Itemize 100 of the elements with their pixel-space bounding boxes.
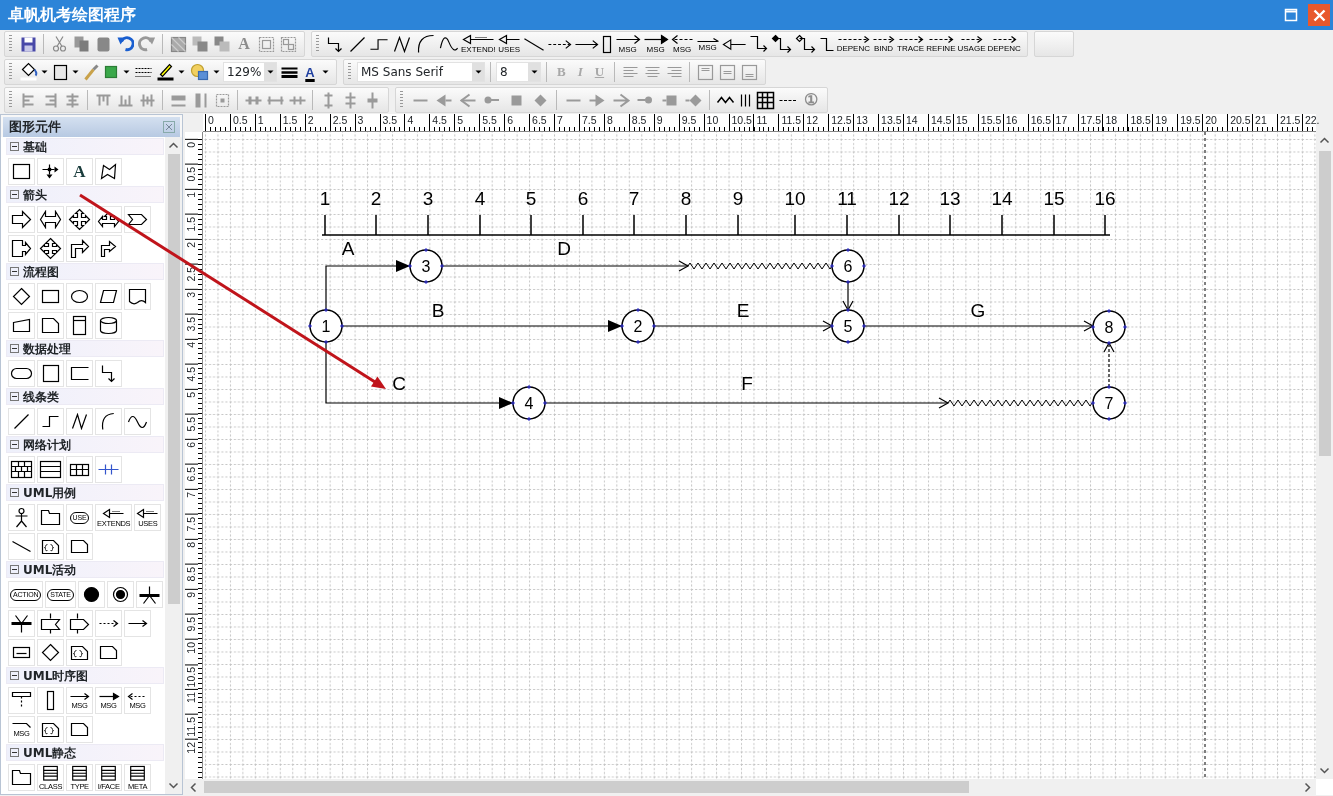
section-header[interactable]: UML活动 xyxy=(6,561,164,578)
time-scale-label: 14 xyxy=(991,188,1013,209)
event-node: 1 xyxy=(307,307,345,345)
font-combo[interactable]: MS Sans Serif xyxy=(357,62,485,82)
section-header[interactable]: UML用例 xyxy=(6,484,164,501)
section-title: 网络计划 xyxy=(23,436,71,454)
section-header[interactable]: 基础 xyxy=(6,138,164,155)
time-scale-label: 6 xyxy=(577,188,589,209)
ruler-label: 20 xyxy=(1202,114,1217,131)
ruler-label: 18.5 xyxy=(1127,114,1151,131)
ruler-label: 17 xyxy=(1052,114,1068,131)
section-title: 流程图 xyxy=(23,263,59,281)
ruler-label: 8.5 xyxy=(185,564,198,582)
ruler-label: 1.5 xyxy=(279,114,298,131)
ruler-label: 12.5 xyxy=(828,114,852,131)
section-header[interactable]: 箭头 xyxy=(6,186,164,203)
ruler-label: 1 xyxy=(185,189,198,198)
dependency-arrow-tool[interactable]: USAGE xyxy=(957,32,986,56)
time-scale-label: 9 xyxy=(732,188,744,209)
section-header[interactable]: 数据处理 xyxy=(6,340,164,357)
ruler-label: 4 xyxy=(185,339,198,348)
ruler-label: 17.5 xyxy=(1077,114,1101,131)
message-arrow-tool[interactable]: MSG xyxy=(670,32,694,56)
event-node: 2 xyxy=(619,307,657,345)
panel-title: 图形元件 xyxy=(9,118,61,137)
ruler-label: 8 xyxy=(603,114,613,131)
dependency-arrow-tool[interactable]: DEPENC xyxy=(987,32,1021,56)
ruler-label: 4 xyxy=(404,114,414,131)
ruler-label: 19 xyxy=(1152,114,1167,131)
ruler-label: 0 xyxy=(185,139,198,148)
ruler-label: 12 xyxy=(803,114,818,131)
dependency-arrow-tool[interactable]: REFINE xyxy=(926,32,956,56)
ruler-label: 4.5 xyxy=(185,364,198,382)
ruler-label: 10 xyxy=(185,639,198,654)
activity-label: D xyxy=(557,238,571,259)
ruler-label: 7 xyxy=(554,114,563,131)
dependency-arrow-tool[interactable]: TRACE xyxy=(897,32,925,56)
ruler-label: 14 xyxy=(903,114,918,131)
time-scale-label: 16 xyxy=(1094,188,1116,209)
font-size-combo[interactable]: 8 xyxy=(496,62,541,82)
section-header[interactable]: 流程图 xyxy=(6,263,164,280)
ruler-label: 4.5 xyxy=(429,114,447,131)
ruler-label: 8 xyxy=(185,539,198,548)
ruler-label: 10.5 xyxy=(185,664,198,688)
ruler-label: 7 xyxy=(185,489,198,498)
ruler-label: 5 xyxy=(454,114,464,131)
ruler-label: 9.5 xyxy=(185,614,198,632)
window-title: 卓帆机考绘图程序 xyxy=(7,4,136,26)
ruler-label: 16 xyxy=(1002,114,1018,131)
ruler-label: 3.5 xyxy=(185,314,198,332)
section-header[interactable]: UML静态 xyxy=(6,744,164,761)
ruler-label: 6.5 xyxy=(185,464,198,482)
time-scale-label: 5 xyxy=(525,188,537,209)
uses-arrow-tool[interactable]: USES xyxy=(497,32,521,56)
ruler-label: 6 xyxy=(504,114,513,131)
message-arrow-tool[interactable]: MSG xyxy=(642,32,669,56)
section-header[interactable]: UML时序图 xyxy=(6,667,164,684)
time-scale-label: 15 xyxy=(1043,188,1065,209)
ruler-label: 11 xyxy=(185,689,198,703)
section-title: 箭头 xyxy=(23,186,47,204)
event-node: 5 xyxy=(829,307,867,345)
ruler-label: 11.5 xyxy=(185,714,198,737)
section-header[interactable]: 线条类 xyxy=(6,388,164,405)
ruler-label: 10 xyxy=(703,114,719,131)
time-scale-label: 11 xyxy=(837,188,857,209)
ruler-label: 1 xyxy=(254,114,264,131)
ruler-label: 2 xyxy=(185,239,198,248)
ruler-label: 0 xyxy=(205,114,214,131)
time-scale-label: 1 xyxy=(319,188,331,209)
time-scale-label: 3 xyxy=(422,188,434,209)
ruler-label: 21 xyxy=(1252,114,1267,131)
ruler-label: 13 xyxy=(853,114,868,131)
time-scale-label: 10 xyxy=(784,188,806,209)
ruler-label: 2.5 xyxy=(329,114,348,131)
extend-arrow-tool[interactable]: EXTEND! xyxy=(461,32,496,56)
dependency-arrow-tool[interactable]: DEPENC xyxy=(836,32,870,56)
message-arrow-tool[interactable]: MSG xyxy=(614,32,641,56)
ruler-label: 8.5 xyxy=(628,114,647,131)
section-title: UML时序图 xyxy=(23,667,89,685)
dependency-arrow-tool[interactable]: BIND xyxy=(872,32,895,56)
ruler-label: 5.5 xyxy=(479,114,497,131)
message-arrow-tool[interactable]: MSG xyxy=(695,32,720,56)
time-scale-label: 8 xyxy=(680,188,692,209)
ruler-label: 7.5 xyxy=(185,514,198,532)
ruler-label: 9 xyxy=(653,114,663,131)
ruler-label: 15 xyxy=(952,114,968,131)
section-title: 基础 xyxy=(23,138,47,156)
event-node: 8 xyxy=(1090,308,1128,346)
section-title: 数据处理 xyxy=(23,340,71,358)
section-header[interactable]: 网络计划 xyxy=(6,436,164,453)
ruler-label: 19.5 xyxy=(1177,114,1201,131)
zoom-combo[interactable]: 129% xyxy=(223,62,277,82)
font-color-button[interactable]: A xyxy=(301,60,319,84)
ruler-label: 20.5 xyxy=(1227,114,1251,131)
ruler-label: 0.5 xyxy=(185,164,198,182)
event-node: 3 xyxy=(407,247,445,285)
activity-label: E xyxy=(736,300,750,321)
ruler-label: 5.5 xyxy=(185,414,198,432)
text-tool[interactable]: A xyxy=(66,158,93,185)
ruler-label: 3 xyxy=(354,114,364,131)
